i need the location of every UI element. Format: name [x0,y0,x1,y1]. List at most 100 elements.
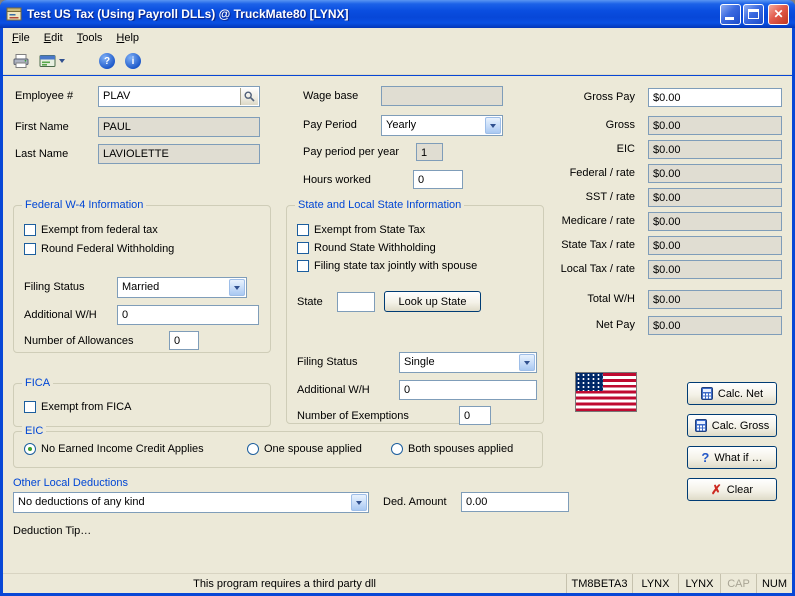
federal-w4-groupbox: Federal W-4 Information Exempt from fede… [13,205,271,353]
calc-gross-button[interactable]: Calc. Gross [687,414,777,437]
checkbox-box [297,224,309,236]
checkbox-box [297,242,309,254]
calc-gross-label: Calc. Gross [712,420,769,432]
eic-one-spouse-label: One spouse applied [264,443,362,455]
calculator-icon [695,419,707,432]
menu-tools[interactable]: Tools [70,29,110,47]
eic-radio-one-spouse[interactable]: One spouse applied [247,443,362,455]
employee-lookup-button[interactable] [240,88,258,105]
exempt-fica-label: Exempt from FICA [41,401,131,413]
gross-pay-input[interactable]: $0.00 [648,88,782,107]
eic-radio-both-spouses[interactable]: Both spouses applied [391,443,513,455]
checkbox-box [297,260,309,272]
round-federal-withholding-checkbox[interactable]: Round Federal Withholding [24,243,174,255]
last-name-label: Last Name [15,145,68,164]
pay-period-value: Yearly [386,119,483,131]
status-panel-user: LYNX [678,574,720,593]
status-message: This program requires a third party dll [3,574,566,593]
eic-label: EIC [493,140,635,159]
federal-filing-status-select[interactable]: Married [117,277,247,298]
round-state-withholding-label: Round State Withholding [314,242,436,254]
deductions-value: No deductions of any kind [18,496,349,508]
federal-filing-status-dropdown-button[interactable] [229,279,245,296]
hours-worked-label: Hours worked [303,171,371,190]
chevron-down-icon [59,59,65,63]
state-filing-status-value: Single [404,356,517,368]
status-panel-capslock: CAP [720,574,756,593]
status-bar: This program requires a third party dll … [3,573,792,593]
deductions-title: Other Local Deductions [13,477,128,489]
state-additional-wh-input[interactable]: 0 [399,380,537,400]
pay-periods-per-year-label: Pay period per year [303,143,399,162]
exemptions-label: Number of Exemptions [297,407,409,426]
calc-net-button[interactable]: Calc. Net [687,382,777,405]
deductions-dropdown-button[interactable] [351,494,367,511]
allowances-input[interactable]: 0 [169,331,199,350]
federal-filing-status-value: Married [122,281,227,293]
chevron-down-icon [234,286,240,290]
radio-selected [24,443,36,455]
calculator-icon [701,387,713,400]
checkbox-box [24,224,36,236]
printer-icon [12,53,30,69]
employee-number-input[interactable]: PLAV [98,86,260,107]
first-name-label: First Name [15,118,69,137]
exempt-fica-checkbox[interactable]: Exempt from FICA [24,401,131,413]
minimize-button[interactable] [720,4,741,25]
menu-help[interactable]: Help [109,29,146,47]
fica-title: FICA [22,377,53,390]
lookup-state-label: Look up State [399,296,467,308]
search-icon [244,91,255,102]
employee-number-value: PLAV [103,89,130,103]
exempt-federal-tax-checkbox[interactable]: Exempt from federal tax [24,224,158,236]
close-button[interactable]: ✕ [768,4,789,25]
checkbox-box [24,243,36,255]
state-tax-rate-field: $0.00 [648,236,782,255]
maximize-button[interactable] [743,4,764,25]
checkbox-box [24,401,36,413]
medicare-rate-field: $0.00 [648,212,782,231]
federal-additional-wh-input[interactable]: 0 [117,305,259,325]
radio-unselected [247,443,259,455]
help-button[interactable]: ? [99,53,115,69]
chevron-down-icon [524,361,530,365]
toolbar: ? i [3,48,792,75]
payroll-card-button[interactable] [37,50,67,72]
filing-jointly-checkbox[interactable]: Filing state tax jointly with spouse [297,260,477,272]
exemptions-input[interactable]: 0 [459,406,491,425]
pay-periods-per-year-field: 1 [416,143,443,161]
menu-edit[interactable]: Edit [37,29,70,47]
eic-title: EIC [22,425,46,438]
lookup-state-button[interactable]: Look up State [384,291,481,312]
eic-both-spouses-label: Both spouses applied [408,443,513,455]
state-input[interactable] [337,292,375,312]
what-if-button[interactable]: ? What if … [687,446,777,469]
status-panel-numlock: NUM [756,574,792,593]
app-icon [6,6,22,22]
calc-net-label: Calc. Net [718,388,763,400]
radio-unselected [391,443,403,455]
hours-worked-input[interactable]: 0 [413,170,463,189]
exempt-state-tax-checkbox[interactable]: Exempt from State Tax [297,224,425,236]
menu-file[interactable]: File [5,29,37,47]
deductions-select[interactable]: No deductions of any kind [13,492,369,513]
pay-period-select[interactable]: Yearly [381,115,503,136]
ded-amount-input[interactable]: 0.00 [461,492,569,512]
status-panel-build: TM8BETA3 [566,574,632,593]
print-button[interactable] [9,50,33,72]
clear-button[interactable]: ✗ Clear [687,478,777,501]
clear-label: Clear [727,484,753,496]
federal-additional-wh-label: Additional W/H [24,306,97,325]
state-filing-status-label: Filing Status [297,353,358,372]
round-state-withholding-checkbox[interactable]: Round State Withholding [297,242,436,254]
eic-radio-none[interactable]: No Earned Income Credit Applies [24,443,204,455]
state-filing-status-dropdown-button[interactable] [519,354,535,371]
info-button[interactable]: i [125,53,141,69]
title-bar[interactable]: Test US Tax (Using Payroll DLLs) @ Truck… [0,0,795,28]
federal-filing-status-label: Filing Status [24,278,85,297]
ded-amount-label: Ded. Amount [383,493,447,512]
state-filing-status-select[interactable]: Single [399,352,537,373]
close-icon: ✕ [769,5,788,24]
what-if-label: What if … [714,452,762,464]
minimize-icon [725,17,734,20]
